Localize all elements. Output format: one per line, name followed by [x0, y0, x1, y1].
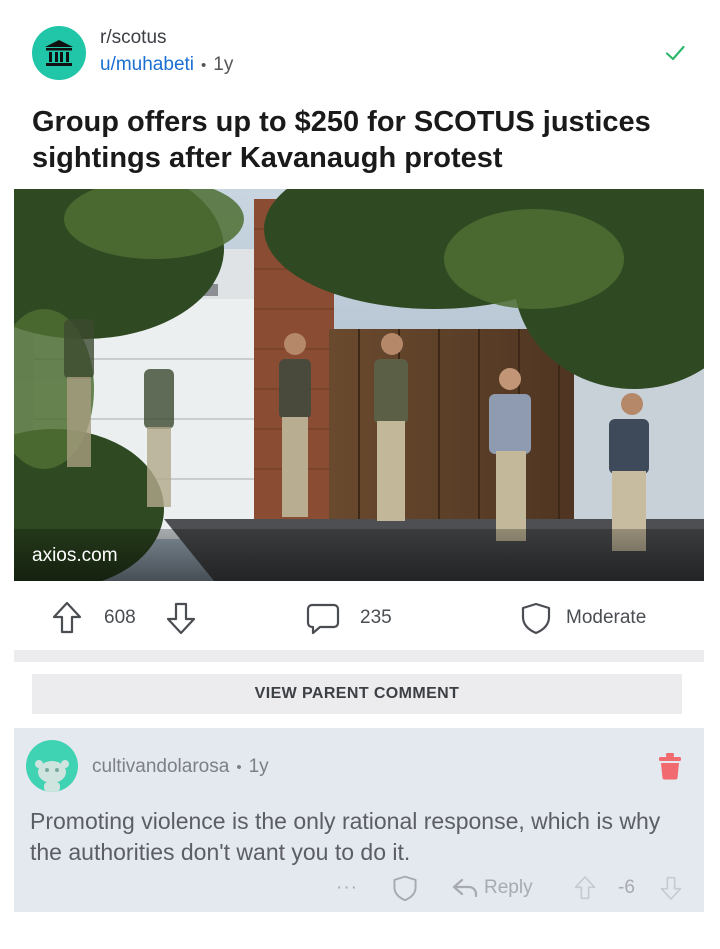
shield-icon: [393, 875, 417, 902]
snoo-avatar-icon: [35, 760, 69, 792]
photo-scene: [14, 189, 704, 581]
upvote-button[interactable]: [52, 590, 82, 646]
subreddit-name[interactable]: r/scotus: [100, 27, 167, 49]
moderate-button[interactable]: [520, 590, 552, 646]
section-divider: [14, 650, 704, 662]
subreddit-avatar[interactable]: [32, 26, 86, 80]
comment-age: 1y: [248, 756, 269, 777]
avatar[interactable]: [26, 740, 78, 792]
post-action-bar: 608 235 Moderate: [0, 590, 720, 646]
post-meta: u/muhabeti • 1y: [100, 54, 233, 76]
upvote-arrow-icon: [574, 876, 596, 900]
more-options-button[interactable]: ···: [336, 870, 358, 906]
upvote-arrow-icon: [52, 601, 82, 634]
comment: cultivandolarosa • 1y Promoting violence…: [14, 728, 704, 912]
reply-button[interactable]: Reply: [452, 870, 533, 906]
post-title[interactable]: Group offers up to $250 for SCOTUS justi…: [32, 104, 692, 176]
moderate-label[interactable]: Moderate: [566, 590, 646, 646]
comment-action-bar: ··· Reply -6: [14, 870, 704, 906]
comment-meta: cultivandolarosa • 1y: [92, 756, 269, 778]
shield-icon: [521, 602, 551, 635]
downvote-arrow-icon: [660, 876, 682, 900]
reply-label: Reply: [484, 877, 533, 898]
comments-button[interactable]: [306, 590, 340, 646]
comment-moderate-button[interactable]: [392, 870, 418, 906]
trash-icon[interactable]: [658, 752, 682, 780]
post-image[interactable]: axios.com: [14, 189, 704, 581]
comment-bubble-icon: [306, 603, 340, 635]
separator-dot: •: [201, 56, 207, 74]
downvote-arrow-icon: [166, 602, 196, 635]
comment-downvote-button[interactable]: [660, 870, 682, 906]
view-parent-comment-button[interactable]: VIEW PARENT COMMENT: [32, 674, 682, 714]
vote-count: 608: [104, 607, 136, 628]
reply-arrow-icon: [452, 878, 478, 898]
downvote-button[interactable]: [166, 590, 196, 646]
post-header: r/scotus u/muhabeti • 1y: [32, 26, 692, 82]
columns-building-icon: [45, 40, 73, 66]
comment-username[interactable]: cultivandolarosa: [92, 756, 229, 778]
post-age: 1y: [213, 54, 234, 75]
post-author[interactable]: u/muhabeti: [100, 54, 194, 76]
checkmark-icon[interactable]: [664, 42, 686, 64]
link-domain[interactable]: axios.com: [32, 545, 118, 567]
separator-dot: •: [236, 758, 242, 776]
comment-score: -6: [618, 877, 635, 898]
comment-count: 235: [360, 607, 392, 628]
comment-upvote-button[interactable]: [574, 870, 596, 906]
comment-body: Promoting violence is the only rational …: [30, 808, 661, 865]
